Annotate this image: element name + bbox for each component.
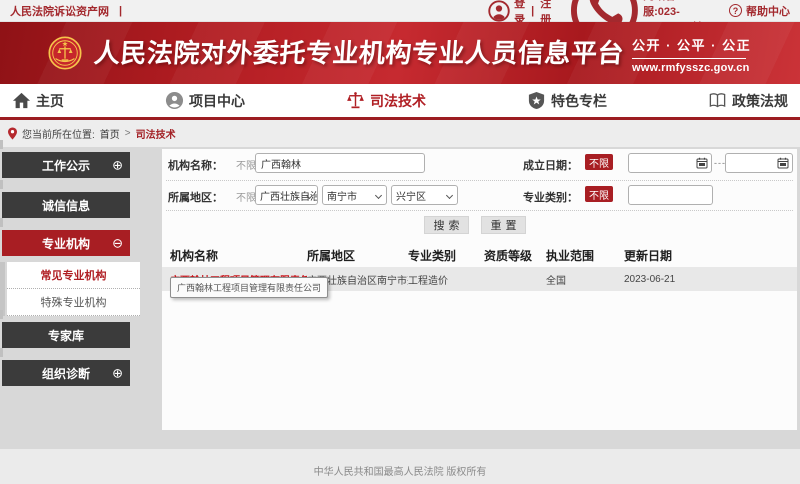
home-icon (12, 91, 31, 110)
slogan-box: 公开 · 公平 · 公正 www.rmfysszc.gov.cn (632, 35, 746, 74)
row-category: 工程造价 (408, 272, 484, 287)
sidebar-submenu: 常见专业机构 特殊专业机构 (7, 262, 140, 316)
col-region: 所属地区 (307, 247, 408, 264)
region-label: 所属地区： (168, 189, 223, 205)
category-input[interactable] (628, 185, 713, 205)
breadcrumb-home[interactable]: 首页 (100, 126, 120, 141)
top-utility-bar: 人民法院诉讼资产网 | 登录 | 注册 网站客服:023-63088881转1 (0, 0, 800, 22)
help-icon: ? (729, 4, 742, 17)
user-icon (488, 0, 510, 22)
sidebar-item-org-diagnosis[interactable]: 组织诊断 ⊕ (2, 360, 130, 386)
breadcrumb-current[interactable]: 司法技术 (136, 126, 176, 141)
sidebar-item-work-publicity[interactable]: 工作公示 ⊕ (2, 152, 130, 178)
nav-item-policies[interactable]: 政策法规 (704, 91, 792, 111)
help-group: ? 帮助中心 (729, 3, 790, 19)
login-register-sep: | (531, 5, 534, 17)
content-card: 机构名称： 不限 成立日期： 不限 --- 所属地区： 不限 (162, 149, 797, 430)
site-banner: 人民法院对外委托专业机构专业人员信息平台 公开 · 公平 · 公正 www.rm… (0, 22, 800, 84)
breadcrumb-separator: > (125, 128, 131, 139)
submenu-item-common-orgs[interactable]: 常见专业机构 (7, 262, 140, 289)
calendar-icon (696, 157, 708, 169)
district-select-value: 兴宁区 (396, 188, 426, 203)
search-button[interactable]: 搜索 (424, 216, 469, 234)
court-emblem-logo (48, 36, 82, 70)
nav-item-label: 项目中心 (189, 91, 245, 111)
org-name-tooltip: 广西翰林工程项目管理有限责任公司 (170, 277, 328, 298)
sidebar-item-expert-pool[interactable]: 专家库 (2, 322, 130, 348)
province-select[interactable]: 广西壮族自治区 (255, 185, 318, 205)
city-select[interactable]: 南宁市 (322, 185, 387, 205)
sidebar-item-label: 专家库 (48, 327, 84, 344)
col-grade: 资质等级 (484, 247, 546, 264)
breadcrumb-prefix: 您当前所在位置: (22, 126, 95, 141)
chevron-down-icon (375, 192, 382, 199)
slogan-divider (632, 58, 746, 59)
portal-site-link[interactable]: 人民法院诉讼资产网 (10, 3, 109, 19)
slogan-text: 公开 · 公平 · 公正 (632, 35, 746, 54)
submenu-item-special-orgs[interactable]: 特殊专业机构 (7, 289, 140, 316)
project-center-icon (165, 91, 184, 110)
sidebar-item-label: 组织诊断 (42, 365, 90, 382)
location-pin-icon (8, 127, 17, 140)
badge-shield-icon (527, 91, 546, 110)
col-category: 专业类别 (408, 247, 484, 264)
row-scope: 全国 (546, 272, 624, 287)
nav-item-judicial-tech[interactable]: 司法技术 (342, 91, 430, 111)
city-select-value: 南宁市 (327, 188, 357, 203)
founded-date-end-input[interactable] (725, 153, 793, 173)
founded-date-label: 成立日期： (523, 157, 578, 173)
sidebar-item-professional-orgs[interactable]: 专业机构 ⊖ (2, 230, 130, 256)
row-updated: 2023-06-21 (624, 274, 789, 285)
scales-icon (346, 91, 365, 110)
copyright-text: 中华人民共和国最高人民法院 版权所有 (314, 467, 487, 478)
sidebar-item-credit-info[interactable]: 诚信信息 (2, 192, 130, 218)
footer: 中华人民共和国最高人民法院 版权所有 (0, 449, 800, 484)
topbar-divider: | (119, 5, 122, 17)
nav-item-home[interactable]: 主页 (8, 91, 68, 111)
form-divider (166, 210, 793, 211)
org-name-label: 机构名称： (168, 157, 223, 173)
col-updated: 更新日期 (624, 247, 789, 264)
sidebar-item-label: 专业机构 (42, 235, 90, 252)
reset-button[interactable]: 重置 (481, 216, 526, 234)
sidebar: 工作公示 ⊕ 诚信信息 专业机构 ⊖ 常见专业机构 特殊专业机构 专家库 组织诊… (0, 152, 160, 400)
book-icon (708, 91, 727, 110)
circle-minus-icon: ⊖ (112, 237, 123, 250)
nav-item-projects[interactable]: 项目中心 (161, 91, 249, 111)
form-divider (166, 180, 793, 181)
nav-item-label: 司法技术 (370, 91, 426, 111)
col-org-name: 机构名称 (170, 247, 307, 264)
district-select[interactable]: 兴宁区 (391, 185, 458, 205)
sidebar-item-label: 工作公示 (42, 157, 90, 174)
nav-item-featured[interactable]: 特色专栏 (523, 91, 611, 111)
circle-plus-icon: ⊕ (112, 367, 123, 380)
category-any-button[interactable]: 不限 (585, 186, 613, 202)
circle-plus-icon: ⊕ (112, 159, 123, 172)
primary-nav: 主页 项目中心 司法技术 (0, 84, 800, 120)
founded-any-button[interactable]: 不限 (585, 154, 613, 170)
sidebar-item-label: 诚信信息 (42, 197, 90, 214)
site-url: www.rmfysszc.gov.cn (632, 62, 746, 74)
chevron-down-icon (446, 192, 453, 199)
page: 人民法院诉讼资产网 | 登录 | 注册 网站客服:023-63088881转1 (0, 0, 800, 484)
breadcrumb: 您当前所在位置: 首页 > 司法技术 (0, 120, 800, 147)
founded-date-start-input[interactable] (628, 153, 712, 173)
col-scope: 执业范围 (546, 247, 624, 264)
region-any-option[interactable]: 不限 (236, 189, 256, 204)
nav-item-label: 主页 (36, 91, 64, 111)
org-name-input[interactable] (255, 153, 425, 173)
org-name-any-option[interactable]: 不限 (236, 157, 256, 172)
nav-item-label: 政策法规 (732, 91, 788, 111)
nav-item-label: 特色专栏 (551, 91, 607, 111)
calendar-icon (777, 157, 789, 169)
page-title: 人民法院对外委托专业机构专业人员信息平台 (92, 22, 626, 84)
help-link[interactable]: 帮助中心 (746, 3, 790, 19)
category-label: 专业类别： (523, 189, 578, 205)
table-header: 机构名称 所属地区 专业类别 资质等级 执业范围 更新日期 (162, 243, 797, 267)
